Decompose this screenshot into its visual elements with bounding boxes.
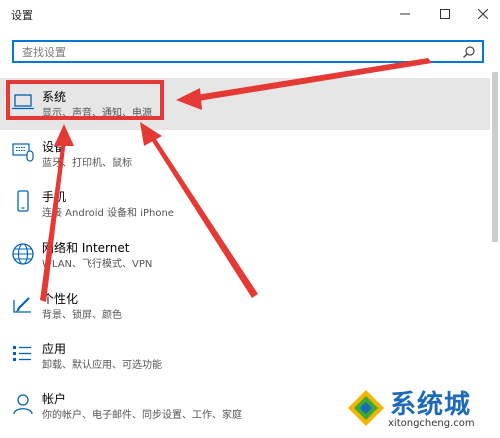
annotation-arrow-left <box>40 140 66 302</box>
annotation-arrow-diagonal-head <box>140 122 162 146</box>
watermark-text-en: xitongcheng.com <box>388 418 475 429</box>
annotation-arrow-right-head <box>176 88 202 110</box>
watermark-text-cn: 系统城 <box>390 390 472 420</box>
annotation-arrow-right <box>186 58 432 103</box>
annotation-arrow-left-head <box>54 124 74 146</box>
watermark: 系统城 xitongcheng.com <box>340 380 500 436</box>
annotation-arrow-diagonal <box>150 136 258 298</box>
annotation-arrows <box>40 58 432 302</box>
watermark-logo-icon <box>348 390 384 426</box>
